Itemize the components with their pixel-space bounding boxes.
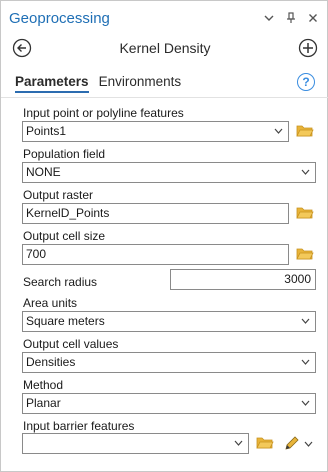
search-radius-value: 3000 [284, 272, 311, 286]
tab-bar: Parameters Environments [15, 73, 181, 95]
output-raster-input[interactable]: KernelD_Points [22, 203, 289, 224]
search-radius-input[interactable]: 3000 [170, 269, 316, 290]
pane-controls [263, 11, 319, 25]
folder-browse-icon[interactable] [296, 124, 314, 138]
cell-size-input[interactable]: 700 [22, 244, 289, 265]
tab-environments[interactable]: Environments [99, 73, 182, 93]
population-field-select[interactable]: NONE [22, 162, 316, 183]
chevron-down-icon [301, 312, 310, 331]
area-units-label: Area units [23, 296, 78, 310]
chevron-down-icon [301, 163, 310, 182]
population-field-value: NONE [26, 165, 61, 179]
method-label: Method [23, 378, 64, 392]
chevron-down-icon [234, 434, 243, 453]
population-field-label: Population field [23, 147, 106, 161]
barrier-features-select[interactable] [22, 433, 249, 454]
tool-title: Kernel Density [119, 40, 211, 56]
input-features-label: Input point or polyline features [23, 106, 184, 120]
output-raster-value: KernelD_Points [26, 206, 110, 220]
tool-header: Kernel Density [1, 37, 328, 61]
input-features-select[interactable]: Points1 [22, 121, 289, 142]
close-icon[interactable] [307, 11, 319, 25]
cell-size-value: 700 [26, 247, 47, 261]
geoprocessing-pane: Geoprocessing Kernel Density Parameters … [0, 0, 328, 472]
area-units-value: Square meters [26, 314, 105, 328]
pencil-icon [285, 436, 299, 450]
help-icon[interactable]: ? [297, 73, 315, 91]
add-button[interactable] [297, 37, 319, 59]
plus-icon [298, 38, 318, 58]
search-radius-label: Search radius [23, 275, 98, 289]
divider [1, 97, 328, 98]
tab-parameters[interactable]: Parameters [15, 73, 89, 93]
edit-features-button[interactable] [283, 435, 315, 452]
method-select[interactable]: Planar [22, 393, 316, 414]
chevron-down-icon[interactable] [263, 11, 275, 25]
input-features-value: Points1 [26, 124, 67, 138]
cell-values-label: Output cell values [23, 337, 119, 351]
chevron-down-icon [274, 122, 283, 141]
cell-size-label: Output cell size [23, 229, 106, 243]
chevron-down-icon [301, 394, 310, 413]
folder-browse-icon[interactable] [296, 206, 314, 220]
cell-values-value: Densities [26, 355, 76, 369]
folder-browse-icon[interactable] [296, 247, 314, 261]
chevron-down-icon [304, 441, 313, 447]
area-units-select[interactable]: Square meters [22, 311, 316, 332]
output-raster-label: Output raster [23, 188, 94, 202]
barrier-features-label: Input barrier features [23, 419, 135, 433]
cell-values-select[interactable]: Densities [22, 352, 316, 373]
chevron-down-icon [301, 353, 310, 372]
pin-icon[interactable] [285, 11, 297, 25]
pane-title: Geoprocessing [9, 10, 110, 27]
method-value: Planar [26, 396, 61, 410]
folder-browse-icon[interactable] [256, 436, 274, 450]
